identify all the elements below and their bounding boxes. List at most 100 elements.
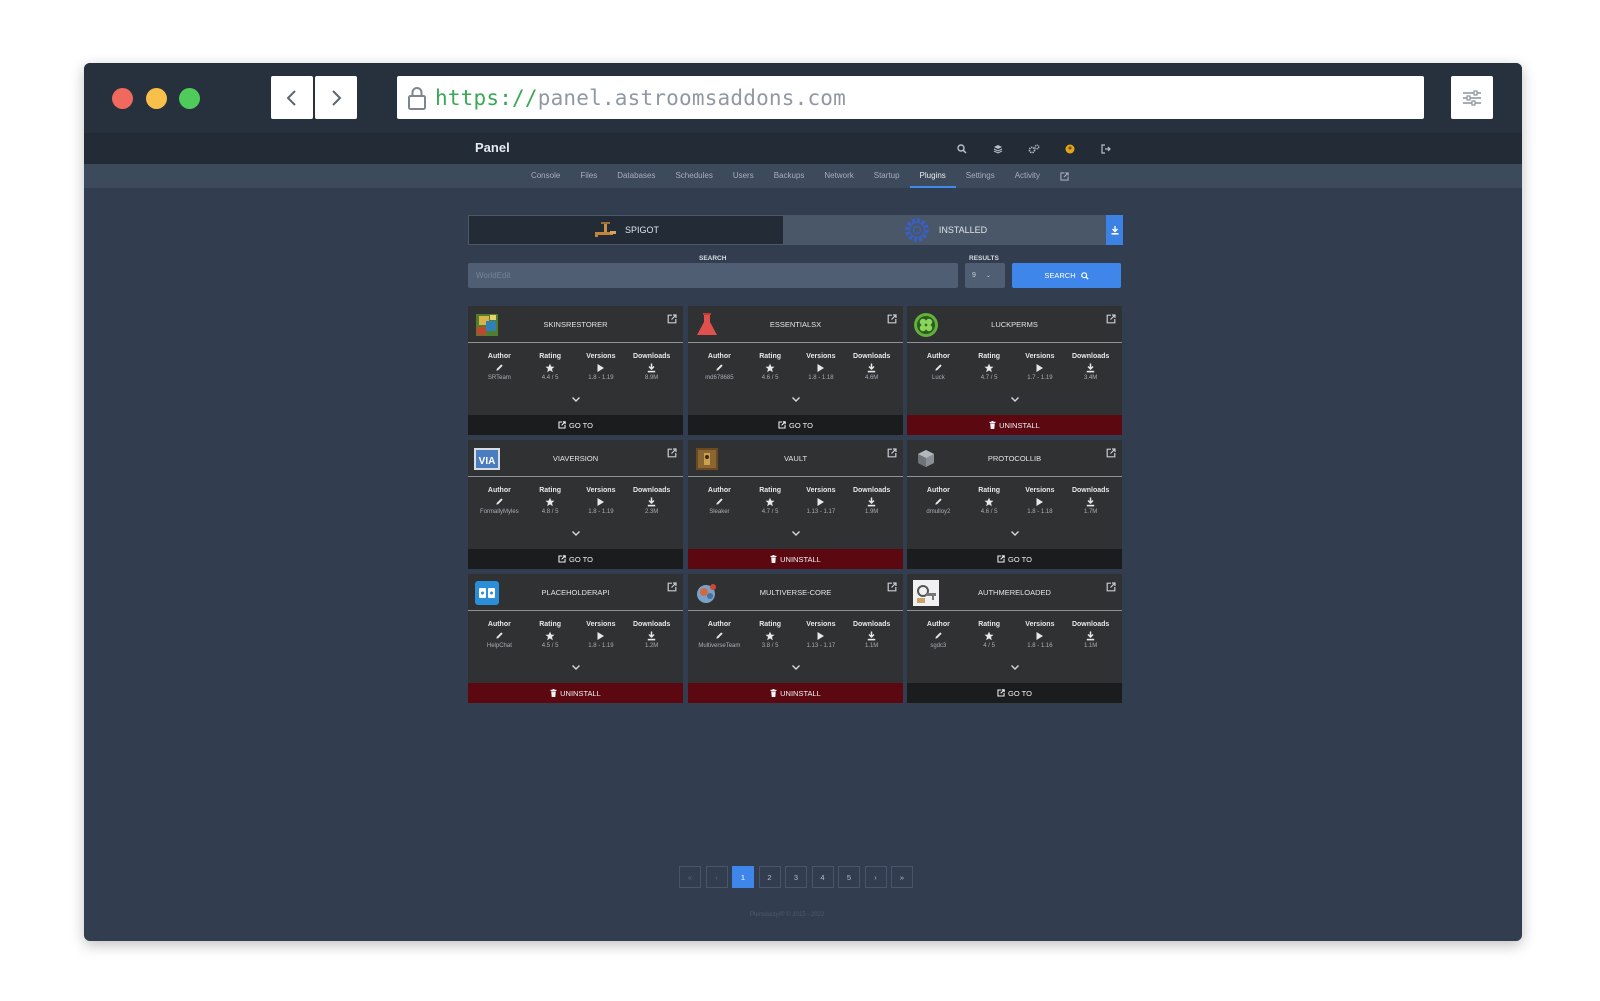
plugin-card: AUTHMERELOADED Author sgdc3 Rating 4 / 5… <box>907 574 1122 703</box>
uninstall-button[interactable]: UNINSTALL <box>907 415 1122 435</box>
upload-plugin-button[interactable] <box>1106 215 1123 245</box>
chevron-down-icon[interactable] <box>468 663 683 683</box>
uninstall-button[interactable]: UNINSTALL <box>468 683 683 703</box>
stat-label: Versions <box>586 487 616 494</box>
avatar-icon[interactable] <box>1052 141 1088 156</box>
page-prev-button[interactable]: ‹ <box>705 866 728 888</box>
tab-settings[interactable]: Settings <box>956 164 1005 188</box>
uninstall-button[interactable]: UNINSTALL <box>688 683 903 703</box>
external-link-icon[interactable] <box>1106 579 1116 597</box>
chevron-down-icon[interactable] <box>907 529 1122 549</box>
panel-brand[interactable]: Panel <box>475 140 510 155</box>
stat-rating: Rating 4.8 / 5 <box>525 487 575 529</box>
tab-startup[interactable]: Startup <box>864 164 910 188</box>
stat-label: Versions <box>1025 621 1055 628</box>
tab-schedules[interactable]: Schedules <box>665 164 722 188</box>
external-link-icon[interactable] <box>887 579 897 597</box>
plugin-stats: Author FormallyMyles Rating 4.8 / 5 Vers… <box>468 477 683 529</box>
page-last-button[interactable]: » <box>891 866 913 888</box>
external-link-icon[interactable] <box>887 445 897 463</box>
tab-backups[interactable]: Backups <box>764 164 815 188</box>
stat-value-author: FormallyMyles <box>480 509 519 515</box>
chevron-down-icon[interactable] <box>907 663 1122 683</box>
plugin-card-header: SKINSRESTORER <box>468 306 683 343</box>
stat-rating: Rating 4.6 / 5 <box>964 487 1014 529</box>
page-next-button[interactable]: › <box>864 866 887 888</box>
search-icon[interactable] <box>944 141 980 156</box>
minimize-window-button[interactable] <box>146 88 167 109</box>
close-window-button[interactable] <box>112 88 133 109</box>
stat-versions: Versions 1.8 - 1.16 <box>1015 621 1065 663</box>
stat-value-rating: 4 / 5 <box>983 643 995 649</box>
go-to-button[interactable]: GO TO <box>907 683 1122 703</box>
stat-label: Downloads <box>1071 353 1110 360</box>
trash-icon <box>989 421 996 429</box>
go-to-button[interactable]: GO TO <box>468 415 683 435</box>
action-label: GO TO <box>1008 688 1032 698</box>
stat-label: Author <box>926 621 950 628</box>
stat-versions: Versions 1.8 - 1.18 <box>796 353 846 395</box>
trash-icon <box>770 555 777 563</box>
page-4-button[interactable]: 4 <box>811 866 834 888</box>
chevron-down-icon[interactable] <box>688 395 903 415</box>
go-to-button[interactable]: GO TO <box>468 549 683 569</box>
external-link-icon[interactable] <box>667 445 677 463</box>
address-bar[interactable]: https://panel.astroomsaddons.com <box>397 76 1424 119</box>
stat-value-rating: 4.5 / 5 <box>541 643 559 649</box>
external-link-icon[interactable] <box>1050 164 1079 188</box>
chevron-down-icon[interactable] <box>688 663 903 683</box>
page-3-button[interactable]: 3 <box>785 866 807 888</box>
external-link-icon[interactable] <box>667 311 677 329</box>
tab-installed[interactable]: INSTALLED <box>784 215 1106 245</box>
url-host: panel.astroomsaddons.com <box>537 85 846 110</box>
go-to-button[interactable]: GO TO <box>688 415 903 435</box>
stat-value-downloads: 1.7M <box>1083 509 1098 515</box>
stat-value-versions: 1.8 - 1.18 <box>808 375 834 381</box>
tab-activity[interactable]: Activity <box>1005 164 1050 188</box>
chevron-down-icon[interactable] <box>688 529 903 549</box>
chevron-down-icon[interactable] <box>468 395 683 415</box>
uninstall-button[interactable]: UNINSTALL <box>688 549 903 569</box>
plugin-card: PLACEHOLDERAPI Author HelpChat Rating 4.… <box>468 574 683 703</box>
plugin-stats: Author Sleaker Rating 4.7 / 5 Versions 1… <box>688 477 903 529</box>
stat-label: Rating <box>539 487 562 494</box>
layers-icon[interactable] <box>980 141 1016 156</box>
external-link-icon[interactable] <box>667 579 677 597</box>
results-select[interactable]: 9 ⌄ <box>965 263 1005 288</box>
cogs-icon[interactable] <box>1016 141 1052 156</box>
action-label: UNINSTALL <box>780 688 821 698</box>
chevron-down-icon[interactable] <box>468 529 683 549</box>
stat-value-versions: 1.8 - 1.18 <box>1027 509 1053 515</box>
tab-console[interactable]: Console <box>521 164 570 188</box>
search-button[interactable]: SEARCH <box>1012 263 1121 288</box>
browser-menu-button[interactable] <box>1451 76 1493 119</box>
page-5-button[interactable]: 5 <box>838 866 860 888</box>
back-button[interactable] <box>271 76 313 119</box>
page-1-button[interactable]: 1 <box>732 866 754 888</box>
external-link-icon[interactable] <box>887 311 897 329</box>
maximize-window-button[interactable] <box>179 88 200 109</box>
forward-button[interactable] <box>315 76 357 119</box>
plugin-card: VAULT Author Sleaker Rating 4.7 / 5 Vers… <box>688 440 903 569</box>
tab-users[interactable]: Users <box>723 164 764 188</box>
page-first-button[interactable]: « <box>679 866 701 888</box>
tab-plugins[interactable]: Plugins <box>909 164 956 188</box>
go-to-button[interactable]: GO TO <box>907 549 1122 569</box>
logout-icon[interactable] <box>1088 141 1124 156</box>
gear-icon <box>905 218 929 242</box>
external-link-icon[interactable] <box>1106 445 1116 463</box>
download-icon <box>867 629 876 642</box>
play-icon <box>596 629 605 642</box>
external-link-icon[interactable] <box>1106 311 1116 329</box>
header-icons <box>944 141 1124 156</box>
tab-files[interactable]: Files <box>570 164 607 188</box>
placeholderapi-logo <box>473 579 501 607</box>
tab-databases[interactable]: Databases <box>607 164 665 188</box>
stat-versions: Versions 1.13 - 1.17 <box>796 487 846 529</box>
stat-label: Downloads <box>1071 621 1110 628</box>
page-2-button[interactable]: 2 <box>758 866 781 888</box>
tab-network[interactable]: Network <box>814 164 863 188</box>
tab-spigot[interactable]: SPIGOT <box>468 215 784 245</box>
chevron-down-icon[interactable] <box>907 395 1122 415</box>
search-input[interactable] <box>468 263 958 288</box>
